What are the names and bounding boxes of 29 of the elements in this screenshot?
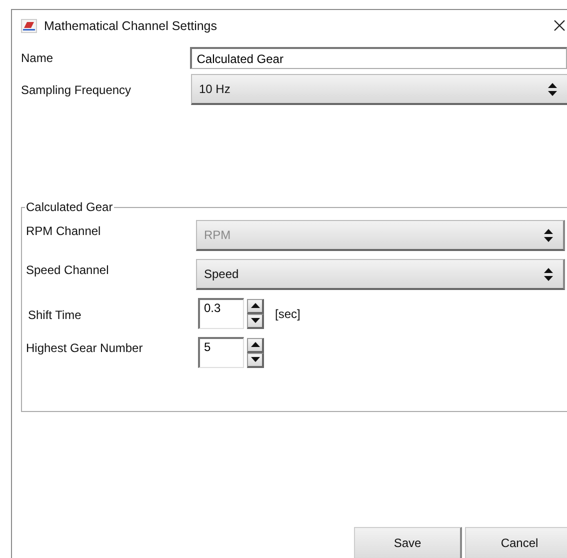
unit-label: [sec] bbox=[275, 306, 300, 320]
field-label: Shift Time bbox=[27, 307, 82, 322]
save-button[interactable]: Save bbox=[354, 527, 462, 558]
dropdown[interactable]: 10 Hz bbox=[191, 74, 567, 105]
increment-button[interactable] bbox=[247, 298, 264, 314]
down-arrow-icon bbox=[250, 357, 260, 362]
number-field[interactable]: 0.3 bbox=[198, 298, 244, 329]
app-logo-icon bbox=[21, 18, 37, 32]
number-field[interactable]: 5 bbox=[198, 337, 244, 368]
field-label: Highest Gear Number bbox=[26, 340, 144, 355]
updown-arrows-icon bbox=[544, 268, 553, 280]
updown-arrows-icon bbox=[548, 82, 557, 96]
updown-arrows-icon bbox=[544, 228, 553, 242]
field-label: Sampling Frequency bbox=[21, 82, 132, 96]
cancel-button[interactable]: Cancel bbox=[465, 527, 567, 558]
decrement-button[interactable] bbox=[247, 352, 264, 368]
field-label: RPM Channel bbox=[26, 223, 102, 238]
name-field[interactable]: Calculated Gear bbox=[190, 47, 567, 69]
field-label: Speed Channel bbox=[26, 262, 110, 277]
up-arrow-icon bbox=[250, 303, 260, 308]
down-arrow-icon bbox=[250, 318, 260, 323]
window-title: Mathematical Channel Settings bbox=[44, 18, 218, 32]
increment-button[interactable] bbox=[247, 338, 264, 352]
field-label: Name bbox=[21, 51, 54, 65]
dropdown[interactable]: Speed bbox=[196, 259, 565, 290]
group-title: Calculated Gear bbox=[25, 200, 114, 214]
up-arrow-icon bbox=[250, 342, 260, 347]
decrement-button[interactable] bbox=[247, 314, 264, 328]
close-icon[interactable] bbox=[554, 20, 565, 31]
